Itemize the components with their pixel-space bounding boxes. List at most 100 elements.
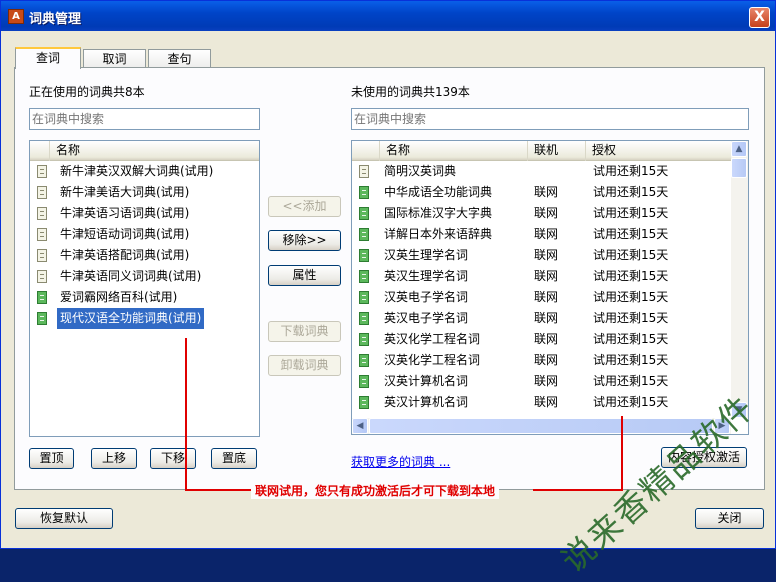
- dictionary-name: 新牛津美语大词典(试用): [60, 185, 190, 199]
- license-column-header[interactable]: 授权: [586, 141, 731, 161]
- license-status: 试用还剩15天: [593, 227, 669, 241]
- tab-lookup-word[interactable]: 查词: [15, 47, 81, 69]
- move-down-button[interactable]: 下移: [150, 448, 196, 469]
- name-column-header[interactable]: 名称: [50, 141, 259, 161]
- list-item[interactable]: 英汉化学工程名词 联网 试用还剩15天: [352, 329, 731, 350]
- dict-icon: [37, 207, 47, 220]
- online-dict-icon: [359, 270, 369, 283]
- active-dictionary-list[interactable]: 名称 新牛津英汉双解大词典(试用) 新牛津美语大词典(试用) 牛津英语习语词典(试用…: [29, 140, 260, 437]
- close-button[interactable]: 关闭: [695, 508, 764, 529]
- active-dictionaries-heading: 正在使用的词典共8本: [29, 85, 145, 99]
- annotation-text: 联网试用，您只有成功激活后才可下载到本地: [251, 482, 500, 499]
- list-item[interactable]: 现代汉语全功能词典(试用): [30, 307, 259, 330]
- inactive-dictionary-list[interactable]: 名称 联机 授权 简明汉英词典 试用还剩15天 中华成语全功能词典 联网 试用还剩15天…: [351, 140, 749, 435]
- dictionary-name: 汉英计算机名词: [384, 374, 469, 388]
- dict-icon: [37, 165, 47, 178]
- move-bottom-button[interactable]: 置底: [211, 448, 257, 469]
- properties-button[interactable]: 属性: [268, 265, 341, 286]
- online-dict-icon: [359, 333, 369, 346]
- list-item[interactable]: 中华成语全功能词典 联网 试用还剩15天: [352, 182, 731, 203]
- app-icon: A: [8, 9, 24, 24]
- restore-defaults-button[interactable]: 恢复默认: [15, 508, 113, 529]
- license-status: 试用还剩15天: [593, 353, 669, 367]
- remove-dictionary-button[interactable]: 移除>>: [268, 230, 341, 251]
- online-dict-icon: [37, 291, 47, 304]
- online-status: 联网: [534, 248, 559, 262]
- list-item[interactable]: 爱词霸网络百科(试用): [30, 287, 259, 308]
- online-status: 联网: [534, 269, 559, 283]
- license-status: 试用还剩15天: [593, 290, 669, 304]
- move-top-button[interactable]: 置顶: [29, 448, 74, 469]
- list-item[interactable]: 牛津英语同义词词典(试用): [30, 266, 259, 287]
- online-column-header[interactable]: 联机: [528, 141, 586, 161]
- dictionary-manager-window: A 词典管理 X 查词 取词 查句 正在使用的词典共8本 名称 新牛津英汉双解大…: [0, 0, 776, 580]
- license-status: 试用还剩15天: [593, 269, 669, 283]
- list-item[interactable]: 新牛津美语大词典(试用): [30, 182, 259, 203]
- active-dictionary-search-input[interactable]: [29, 108, 260, 130]
- list-item[interactable]: 简明汉英词典 试用还剩15天: [352, 161, 731, 182]
- dictionary-name: 牛津英语同义词词典(试用): [60, 269, 202, 283]
- list-item[interactable]: 国际标准汉字大字典 联网 试用还剩15天: [352, 203, 731, 224]
- scroll-thumb[interactable]: [731, 158, 747, 178]
- close-window-button[interactable]: X: [749, 7, 770, 28]
- list-item[interactable]: 详解日本外来语辞典 联网 试用还剩15天: [352, 224, 731, 245]
- list-item[interactable]: 牛津英语搭配词典(试用): [30, 245, 259, 266]
- dictionary-name: 英汉生理学名词: [384, 269, 469, 283]
- list-item[interactable]: 汉英电子学名词 联网 试用还剩15天: [352, 287, 731, 308]
- online-dict-icon: [359, 207, 369, 220]
- license-status: 试用还剩15天: [593, 332, 669, 346]
- window-title: 词典管理: [29, 12, 82, 27]
- dictionary-name: 爱词霸网络百科(试用): [60, 290, 178, 304]
- online-status: 联网: [534, 311, 559, 325]
- dictionary-name: 汉英电子学名词: [384, 290, 469, 304]
- online-status: 联网: [534, 374, 559, 388]
- dictionary-name: 牛津短语动词词典(试用): [60, 227, 190, 241]
- list-item[interactable]: 牛津英语习语词典(试用): [30, 203, 259, 224]
- online-dict-icon: [359, 375, 369, 388]
- dictionary-name: 详解日本外来语辞典: [384, 227, 493, 241]
- online-status: 联网: [534, 185, 559, 199]
- online-status: 联网: [534, 290, 559, 304]
- list-item[interactable]: 新牛津英汉双解大词典(试用): [30, 161, 259, 182]
- online-dict-icon: [359, 396, 369, 409]
- horizontal-scroll-thumb[interactable]: [369, 418, 713, 434]
- dict-icon: [37, 249, 47, 262]
- icon-column-header: [352, 141, 380, 161]
- list-item[interactable]: 英汉生理学名词 联网 试用还剩15天: [352, 266, 731, 287]
- online-status: 联网: [534, 353, 559, 367]
- tab-capture-word[interactable]: 取词: [83, 49, 146, 69]
- list-item[interactable]: 汉英计算机名词 联网 试用还剩15天: [352, 371, 731, 392]
- dictionary-name: 汉英化学工程名词: [384, 353, 481, 367]
- online-dict-icon: [359, 249, 369, 262]
- tab-lookup-sentence[interactable]: 查句: [148, 49, 211, 69]
- dictionary-name: 汉英生理学名词: [384, 248, 469, 262]
- inactive-dictionary-search-input[interactable]: [351, 108, 749, 130]
- inactive-dictionaries-heading: 未使用的词典共139本: [351, 85, 470, 99]
- title-bar[interactable]: A 词典管理 X: [1, 1, 775, 31]
- online-dict-icon: [359, 186, 369, 199]
- list-item[interactable]: 英汉电子学名词 联网 试用还剩15天: [352, 308, 731, 329]
- uninstall-dictionary-button[interactable]: 卸载词典: [268, 355, 341, 376]
- online-dict-icon: [359, 291, 369, 304]
- license-status: 试用还剩15天: [593, 395, 669, 409]
- scroll-up-button[interactable]: ▲: [731, 141, 747, 157]
- list-item[interactable]: 英汉计算机名词 联网 试用还剩15天: [352, 392, 731, 413]
- list-item[interactable]: 汉英生理学名词 联网 试用还剩15天: [352, 245, 731, 266]
- list-item[interactable]: 汉英化学工程名词 联网 试用还剩15天: [352, 350, 731, 371]
- dictionary-name: 现代汉语全功能词典(试用): [55, 307, 206, 330]
- scroll-left-button[interactable]: ◀: [352, 418, 368, 434]
- download-dictionary-button[interactable]: 下载词典: [268, 321, 341, 342]
- vertical-scrollbar[interactable]: ▲ ▼: [731, 141, 748, 418]
- online-status: 联网: [534, 395, 559, 409]
- online-status: 联网: [534, 332, 559, 346]
- annotation-line-left: [185, 338, 187, 490]
- name-column-header[interactable]: 名称: [380, 141, 528, 161]
- dict-icon: [37, 228, 47, 241]
- online-dict-icon: [359, 228, 369, 241]
- list-item[interactable]: 牛津短语动词词典(试用): [30, 224, 259, 245]
- license-status: 试用还剩15天: [593, 374, 669, 388]
- add-dictionary-button[interactable]: <<添加: [268, 196, 341, 217]
- get-more-dictionaries-link[interactable]: 获取更多的词典 ...: [351, 453, 450, 470]
- move-up-button[interactable]: 上移: [91, 448, 137, 469]
- dict-icon: [37, 270, 47, 283]
